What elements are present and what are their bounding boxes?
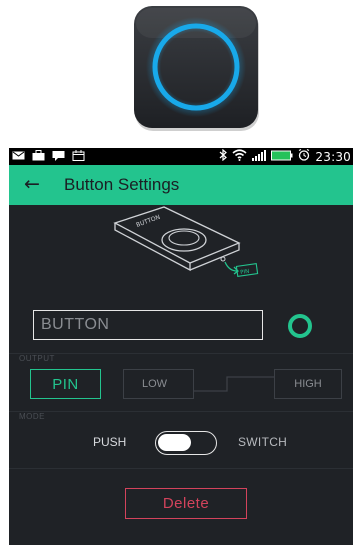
- calendar-icon: [72, 150, 85, 164]
- alarm-icon: [298, 149, 310, 164]
- status-time: 23:30: [315, 149, 351, 164]
- push-mode-label: PUSH: [93, 435, 127, 449]
- signal-icon: [252, 149, 267, 164]
- toggle-knob: [158, 434, 191, 451]
- mode-toggle-switch[interactable]: [155, 431, 217, 455]
- page-title: Button Settings: [64, 175, 180, 194]
- briefcase-icon: [32, 150, 45, 164]
- color-picker-button[interactable]: [288, 314, 312, 338]
- divider: [9, 411, 353, 412]
- mode-section-label: MODE: [19, 412, 45, 421]
- high-value-input[interactable]: HIGH: [274, 369, 342, 399]
- wifi-icon: [232, 149, 247, 164]
- pin-select-button[interactable]: PIN: [30, 369, 101, 399]
- app-icon: [133, 5, 261, 133]
- status-bar: 23:30: [9, 148, 353, 165]
- low-value-input[interactable]: LOW: [123, 369, 194, 399]
- battery-icon: [271, 150, 293, 164]
- output-section-label: OUTPUT: [19, 354, 55, 363]
- email-icon: [12, 150, 25, 164]
- divider: [9, 468, 353, 469]
- preview-button-text: BUTTON: [135, 214, 161, 229]
- delete-button[interactable]: Delete: [125, 488, 247, 519]
- divider: [9, 353, 353, 354]
- phone-screen: 23:30 ← Button Settings BUTTON PIN BUTTO…: [9, 148, 353, 545]
- preview-pin-text: PIN: [240, 269, 250, 276]
- switch-mode-label: SWITCH: [238, 435, 288, 449]
- bluetooth-icon: [219, 148, 228, 164]
- square-wave-icon: [194, 374, 274, 396]
- app-bar: ← Button Settings: [9, 165, 353, 205]
- back-arrow-icon[interactable]: ←: [24, 173, 40, 195]
- device-illustration: BUTTON PIN: [113, 206, 259, 277]
- button-widget-preview: BUTTON PIN: [9, 205, 353, 288]
- chat-icon: [52, 150, 65, 164]
- widget-name-input[interactable]: BUTTON: [33, 310, 263, 340]
